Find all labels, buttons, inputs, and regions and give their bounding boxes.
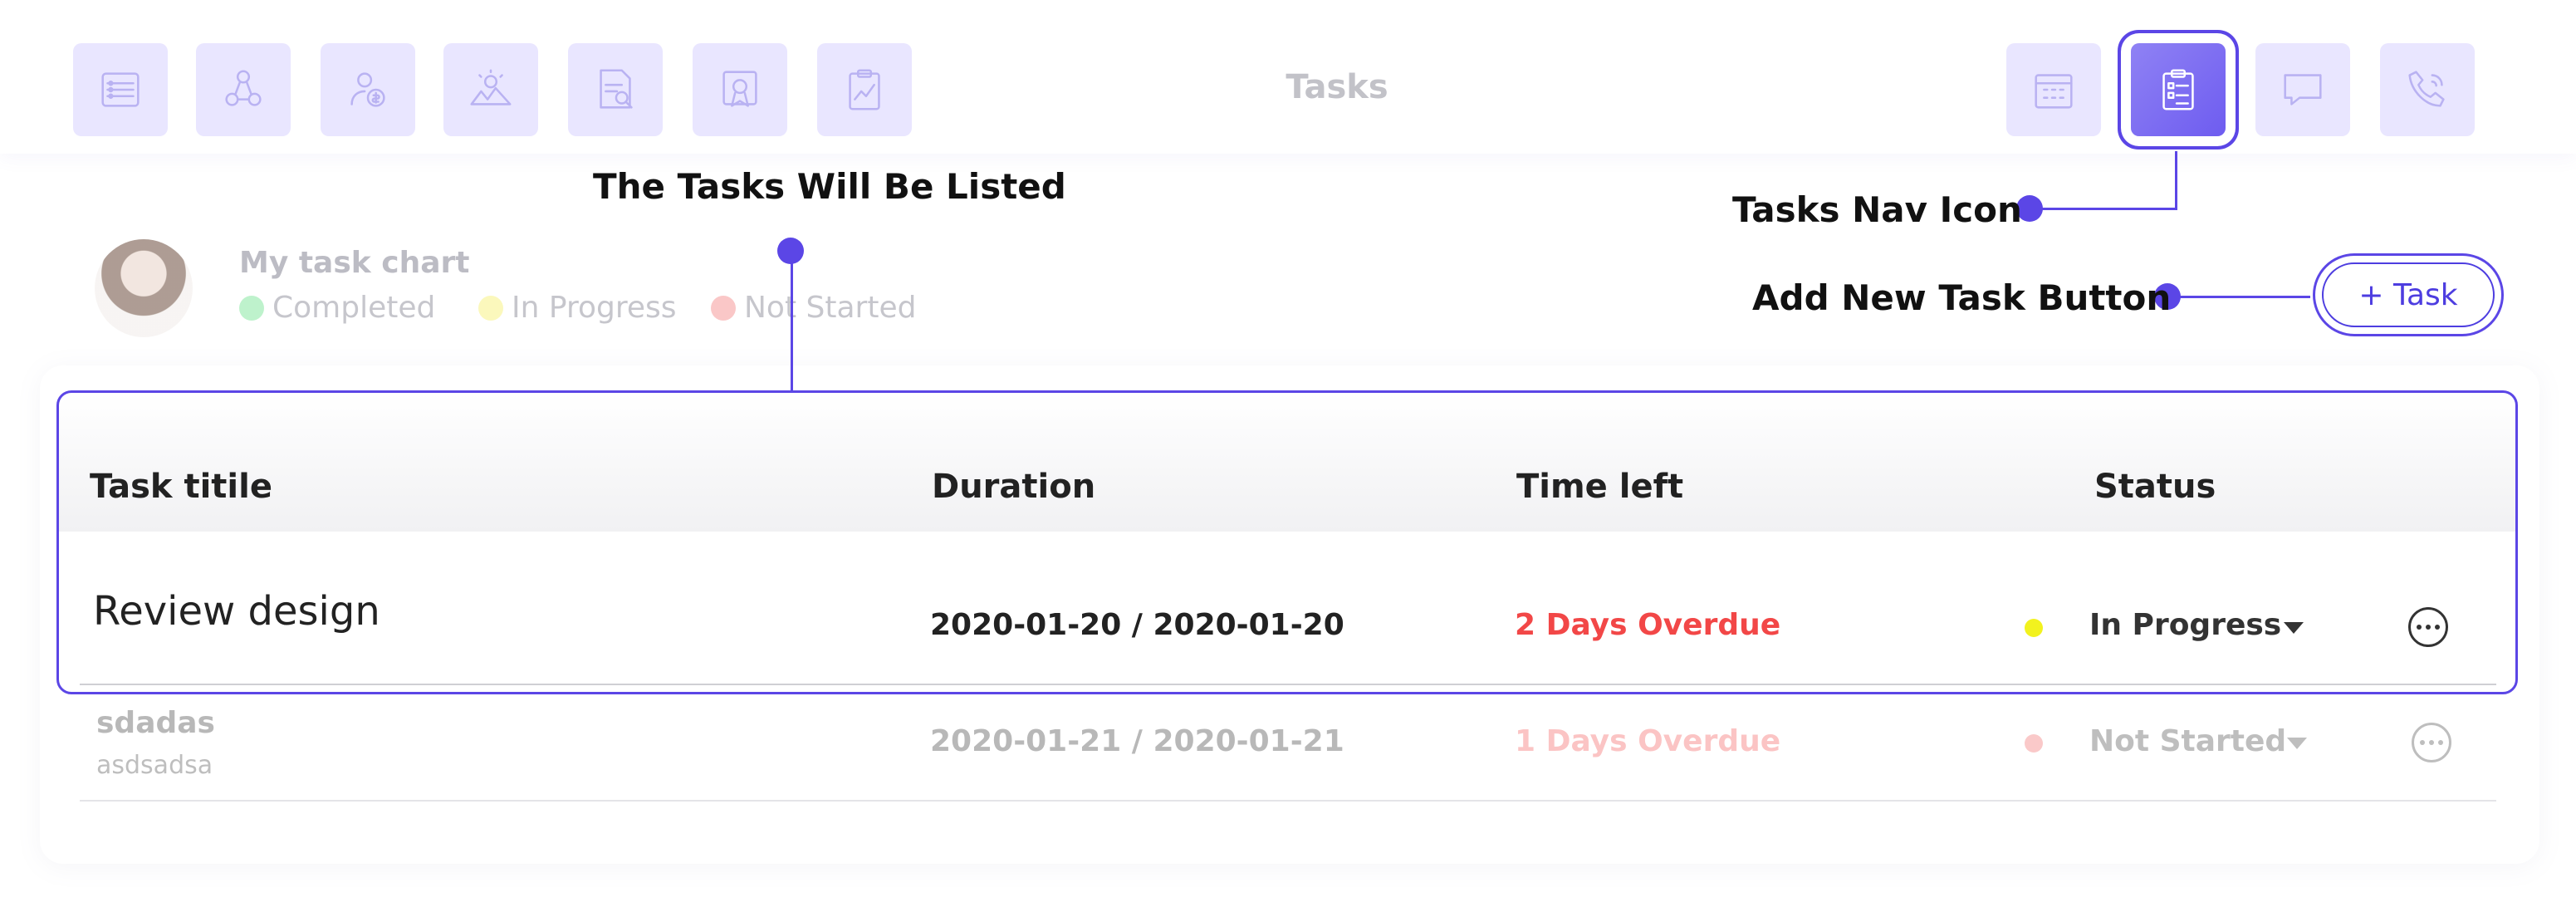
legend-in-progress-dot: [478, 295, 503, 321]
list-icon: [101, 72, 140, 107]
chat-icon: [2284, 74, 2322, 105]
tasks-list-annotation: The Tasks Will Be Listed: [593, 166, 1066, 207]
legend-completed-dot: [239, 295, 264, 321]
nav-landscape-button[interactable]: [443, 43, 538, 136]
add-task-connector: [2167, 296, 2310, 298]
tasks-nav-annotation: Tasks Nav Icon: [1732, 189, 2022, 230]
nav-tasks-button[interactable]: [2131, 43, 2226, 136]
legend-in-progress: In Progress: [478, 291, 677, 325]
task-time-left: 1 Days Overdue: [1515, 724, 1781, 758]
status-dropdown-value[interactable]: Not Started: [2089, 724, 2286, 758]
nav-phone-button[interactable]: [2380, 43, 2475, 136]
document-search-icon: [600, 69, 633, 109]
nav-list-button[interactable]: [73, 43, 168, 136]
ellipsis-icon: [2420, 740, 2425, 745]
tasks-list-highlight: [56, 390, 2518, 694]
legend-not-started-dot: [711, 295, 736, 321]
nav-network-button[interactable]: [196, 43, 291, 136]
task-title[interactable]: sdadas: [96, 706, 215, 740]
nav-calendar-button[interactable]: [2006, 43, 2101, 136]
clipboard-chart-icon: [849, 69, 880, 110]
user-money-icon: [350, 72, 385, 107]
nav-icon-connector-horizontal: [2030, 208, 2177, 210]
chevron-down-icon[interactable]: [2287, 738, 2307, 749]
calendar-icon: [2035, 74, 2073, 109]
nav-clipboard-chart-button[interactable]: [817, 43, 912, 136]
nav-user-money-button[interactable]: [321, 43, 415, 136]
legend-completed-label: Completed: [272, 291, 436, 325]
status-not-started-dot: [2025, 734, 2043, 753]
add-task-annotation: Add New Task Button: [1752, 277, 2172, 318]
legend-not-started: Not Started: [711, 291, 916, 325]
task-chart-title: My task chart: [239, 246, 470, 280]
add-task-button[interactable]: + Task: [2322, 262, 2495, 327]
row-divider: [80, 800, 2496, 802]
tasks-clipboard-icon: [2162, 69, 2194, 110]
network-icon: [225, 70, 262, 106]
avatar: [95, 239, 193, 337]
page-title: Tasks: [1286, 68, 1388, 106]
more-options-button[interactable]: [2412, 723, 2451, 762]
certificate-icon: [722, 71, 757, 107]
nav-certificate-button[interactable]: [693, 43, 787, 136]
legend-not-started-label: Not Started: [744, 291, 917, 325]
tasks-list-marker: [777, 238, 804, 264]
nav-icon-connector-vertical: [2175, 151, 2177, 209]
task-duration: 2020-01-21 / 2020-01-21: [930, 724, 1344, 758]
phone-icon: [2408, 71, 2445, 107]
tasks-list-connector: [791, 251, 793, 390]
task-subtitle: asdsadsa: [96, 751, 213, 780]
legend-in-progress-label: In Progress: [512, 291, 677, 325]
landscape-icon: [470, 69, 512, 105]
nav-chat-button[interactable]: [2255, 43, 2350, 136]
legend-completed: Completed: [239, 291, 435, 325]
nav-document-search-button[interactable]: [568, 43, 663, 136]
